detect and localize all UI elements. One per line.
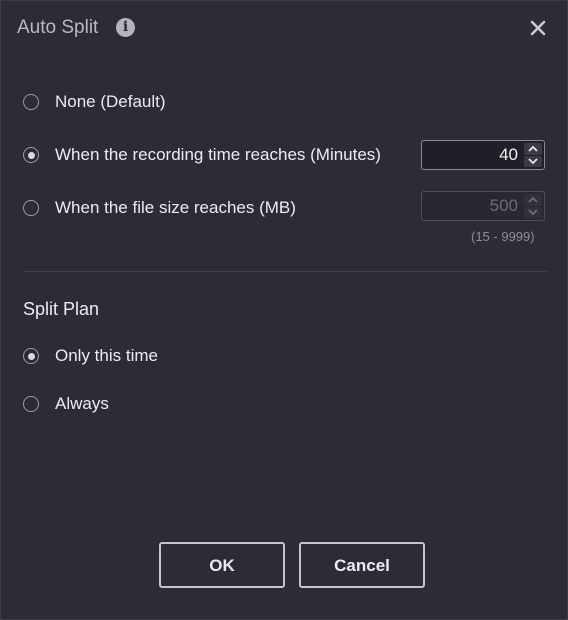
radio-none-label: None (Default) (55, 92, 166, 111)
split-plan-title: Split Plan (23, 299, 100, 319)
radio-size[interactable] (23, 200, 39, 216)
radio-once[interactable] (23, 348, 39, 364)
radio-option-time[interactable]: When the recording time reaches (Minutes… (23, 143, 381, 167)
radio-time[interactable] (23, 147, 39, 163)
time-decrement-button[interactable] (524, 155, 542, 167)
radio-option-once[interactable]: Only this time (23, 344, 158, 368)
cancel-button[interactable]: Cancel (299, 542, 425, 588)
divider (23, 271, 547, 272)
radio-none[interactable] (23, 94, 39, 110)
chevron-up-icon (528, 145, 538, 152)
chevron-down-icon (528, 209, 538, 216)
radio-option-none[interactable]: None (Default) (23, 90, 166, 114)
time-increment-button[interactable] (524, 143, 542, 155)
radio-option-always[interactable]: Always (23, 392, 109, 416)
size-decrement-button[interactable] (524, 206, 542, 218)
dialog-title: Auto Split (17, 17, 99, 38)
time-minutes-spinbox[interactable]: 40 (421, 140, 545, 170)
ok-button[interactable]: OK (159, 542, 285, 588)
close-icon (530, 20, 546, 36)
size-increment-button[interactable] (524, 194, 542, 206)
time-minutes-value[interactable]: 40 (499, 141, 518, 169)
close-button[interactable] (527, 17, 549, 39)
chevron-up-icon (528, 196, 538, 203)
radio-time-label: When the recording time reaches (Minutes… (55, 145, 381, 164)
radio-size-label: When the file size reaches (MB) (55, 198, 296, 217)
radio-always[interactable] (23, 396, 39, 412)
file-size-spinbox[interactable]: 500 (421, 191, 545, 221)
radio-once-label: Only this time (55, 346, 158, 365)
radio-option-size[interactable]: When the file size reaches (MB) (23, 196, 296, 220)
info-icon[interactable]: i (116, 18, 135, 37)
auto-split-dialog: Auto Split i None (Default) When the rec… (0, 0, 568, 620)
radio-always-label: Always (55, 394, 109, 413)
file-size-range-hint: (15 - 9999) (471, 229, 535, 244)
file-size-value[interactable]: 500 (490, 192, 518, 220)
chevron-down-icon (528, 158, 538, 165)
